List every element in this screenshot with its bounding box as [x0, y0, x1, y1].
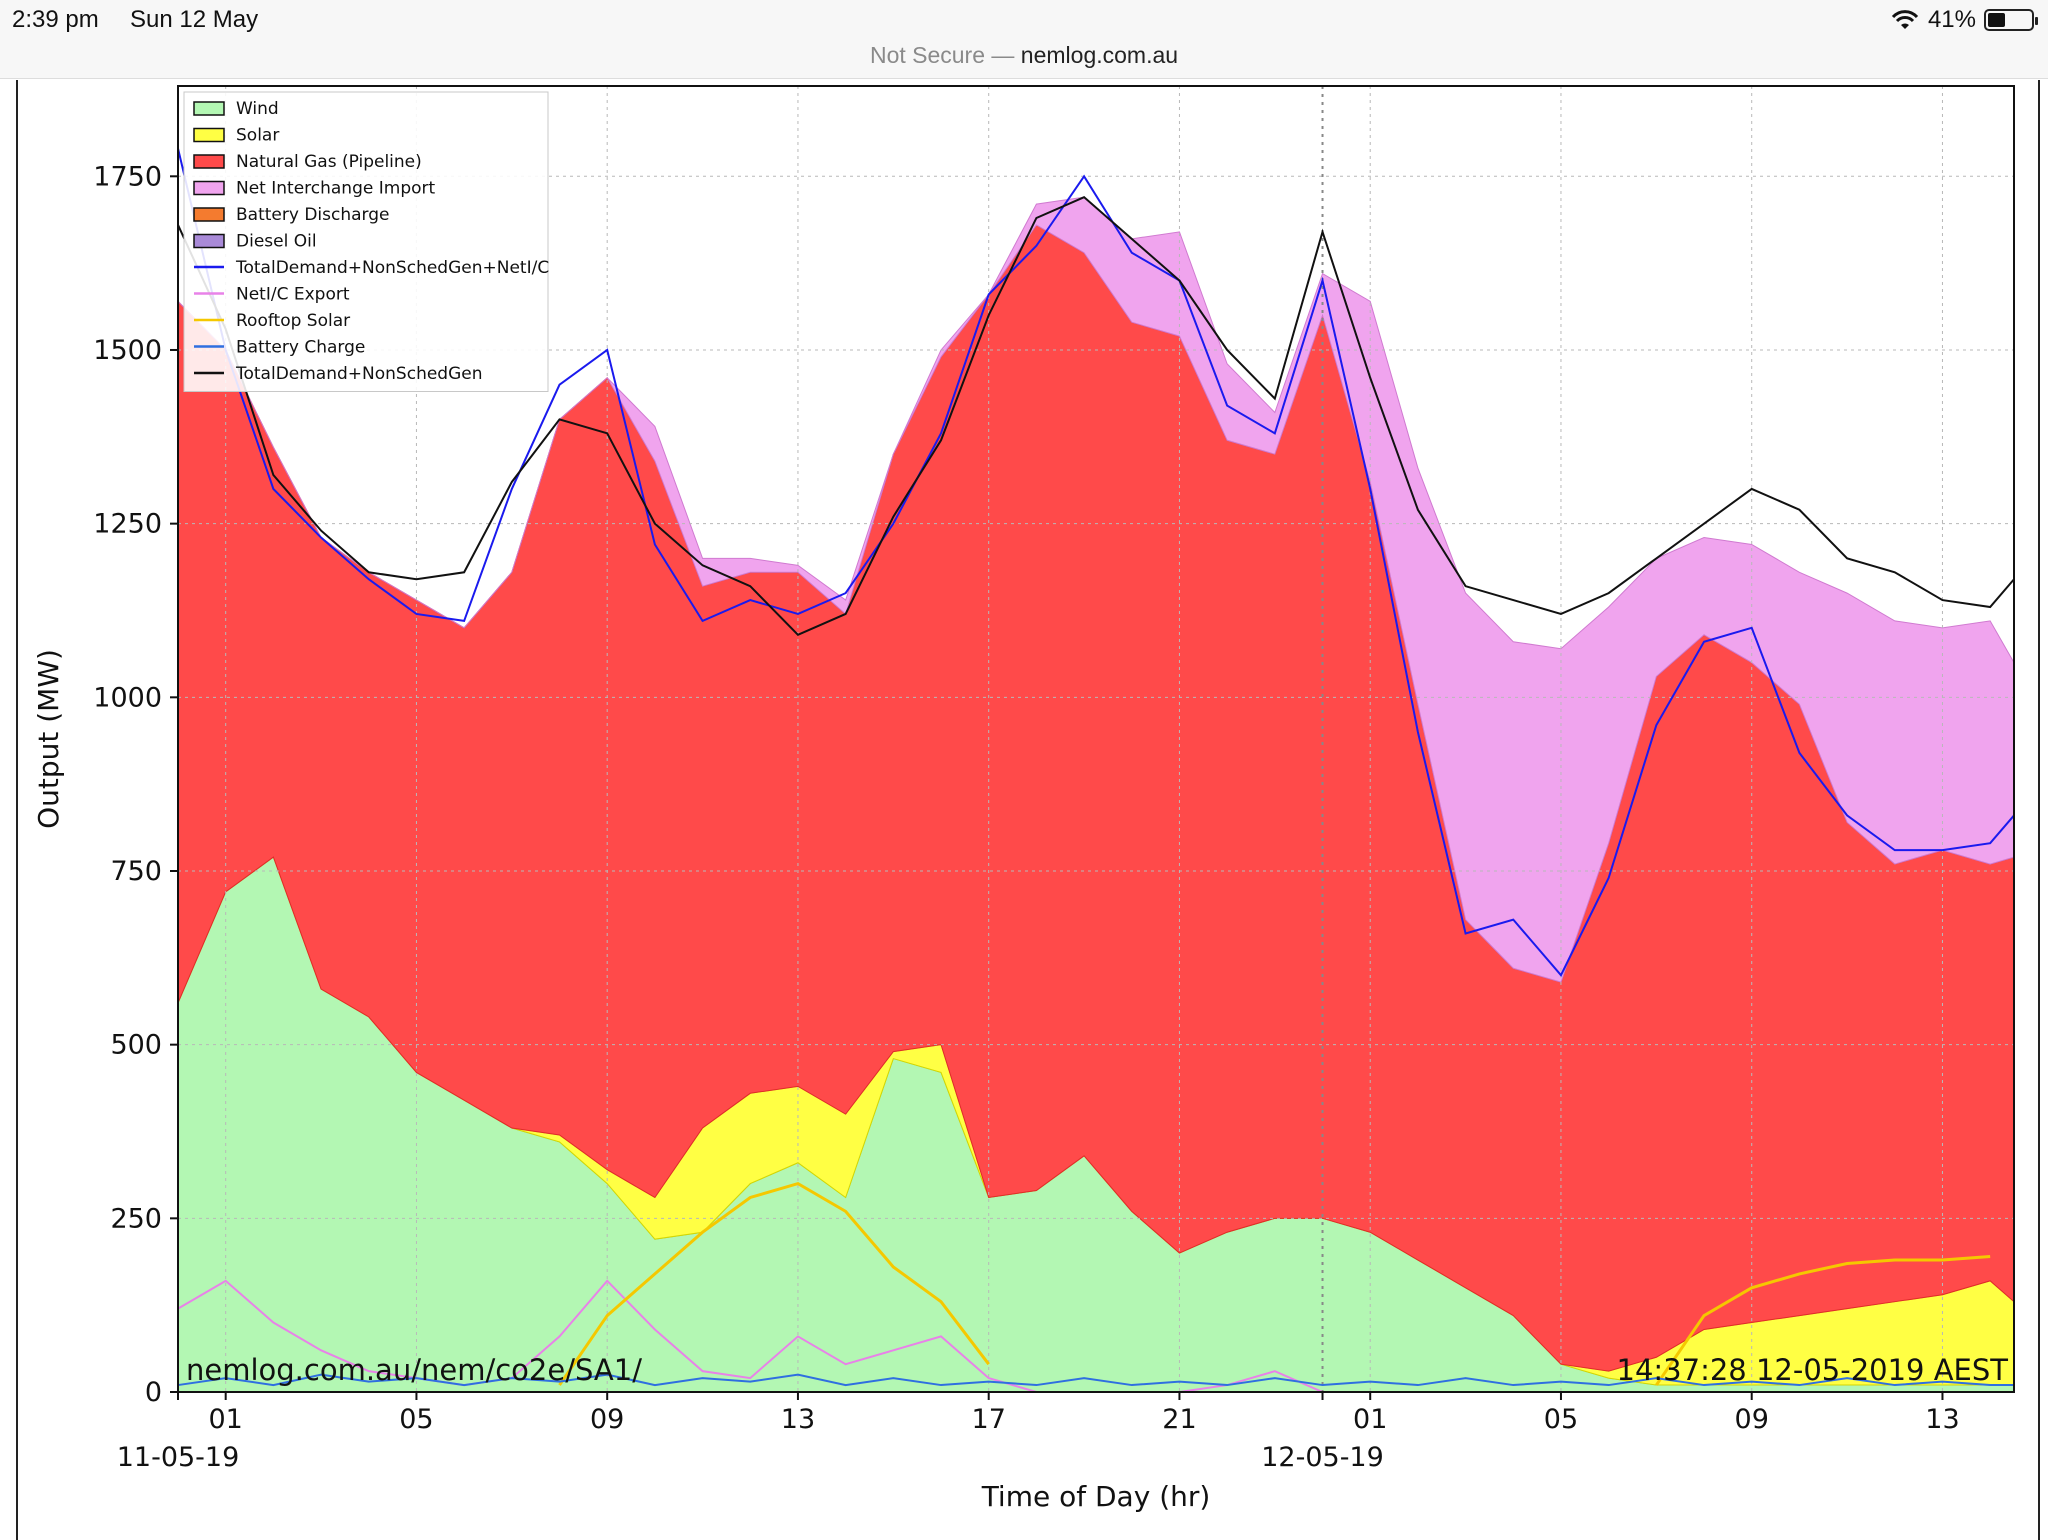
legend-label: Rooftop Solar	[236, 311, 350, 331]
date-label: 12-05-19	[1261, 1442, 1384, 1473]
x-tick-label: 21	[1162, 1404, 1196, 1435]
legend-label: Net Interchange Import	[236, 179, 435, 199]
battery-icon	[1984, 9, 2038, 31]
legend-swatch	[193, 154, 225, 169]
watermark-url: nemlog.com.au/nem/co2e/SA1/	[186, 1353, 642, 1387]
legend-swatch	[193, 127, 225, 143]
battery-percent: 41%	[1927, 6, 1976, 33]
y-tick-label: 1000	[93, 682, 162, 713]
legend-label: TotalDemand+NonSchedGen	[235, 364, 483, 384]
y-axis-label: Output (MW)	[32, 649, 65, 829]
y-tick-label: 1750	[93, 161, 162, 192]
legend-label: Battery Charge	[236, 338, 365, 358]
x-tick-label: 13	[1925, 1404, 1959, 1435]
legend-label: Battery Discharge	[236, 205, 389, 225]
x-tick-label: 09	[1735, 1404, 1769, 1435]
url-host: nemlog.com.au	[1020, 42, 1179, 68]
status-time: 2:39 pm	[12, 6, 99, 33]
legend-label: Wind	[236, 99, 279, 119]
x-tick-label: 01	[1353, 1404, 1387, 1435]
legend-label: Diesel Oil	[236, 232, 317, 252]
y-tick-label: 0	[145, 1377, 162, 1408]
y-tick-label: 1250	[93, 509, 162, 540]
status-indicators: 41%	[1890, 6, 2038, 34]
page-content: 0 250 500 750 1000 1250 1500 1750 01 05 09 13 17 21 01…	[16, 80, 2040, 1540]
y-tick-label: 750	[110, 856, 162, 887]
status-date: Sun 12 May	[130, 6, 259, 33]
battery-cap	[2035, 17, 2038, 25]
x-tick-label: 01	[209, 1404, 243, 1435]
x-tick-label: 17	[972, 1404, 1006, 1435]
legend-label: NetI/C Export	[236, 285, 350, 305]
legend-label: Natural Gas (Pipeline)	[236, 152, 422, 172]
legend-label: TotalDemand+NonSchedGen+NetI/C	[235, 258, 549, 278]
legend-swatch	[193, 101, 225, 116]
wifi-icon	[1891, 10, 1919, 29]
x-axis-label: Time of Day (hr)	[981, 1480, 1211, 1513]
x-tick-label: 05	[399, 1404, 433, 1435]
x-tick-label: 09	[590, 1404, 624, 1435]
generation-chart: 0 250 500 750 1000 1250 1500 1750 01 05 09 13 17 21 01…	[32, 85, 2015, 1513]
y-tick-label: 250	[110, 1203, 162, 1234]
x-tick-label: 05	[1544, 1404, 1578, 1435]
watermark-timestamp: 14:37:28 12-05-2019 AEST	[1617, 1353, 2009, 1387]
legend-swatch	[193, 207, 225, 222]
y-tick-label: 1500	[93, 335, 162, 366]
address-bar[interactable]: Not Secure — nemlog.com.au	[0, 38, 2048, 79]
y-tick-label: 500	[110, 1030, 162, 1061]
x-tick-label: 13	[781, 1404, 815, 1435]
legend-swatch	[193, 233, 225, 249]
not-secure-label: Not Secure —	[869, 42, 1015, 68]
battery-level	[1988, 13, 2006, 27]
date-label: 11-05-19	[117, 1442, 240, 1473]
status-bar: 2:39 pm Sun 12 May 41%	[0, 0, 2048, 42]
legend-label: Solar	[236, 126, 279, 146]
legend-swatch	[193, 180, 225, 196]
